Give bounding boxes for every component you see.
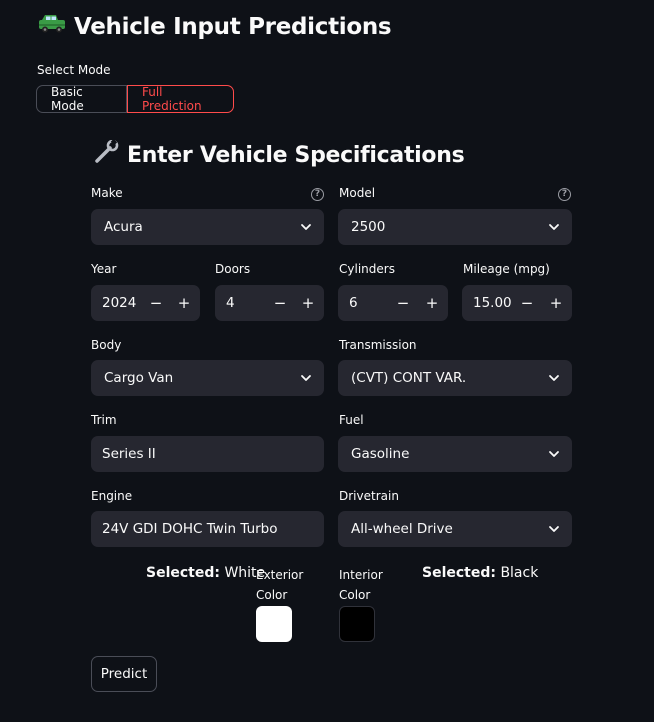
wrench-icon: [93, 138, 119, 170]
selected-prefix: Selected:: [146, 565, 220, 581]
fuel-value: Gasoline: [351, 446, 410, 462]
cylinders-decrement-button[interactable]: −: [390, 285, 416, 321]
exterior-color-label: Exterior Color: [256, 565, 303, 605]
exterior-selected-caption: Selected: White: [146, 565, 265, 581]
year-label: Year: [91, 262, 117, 276]
trim-value: Series II: [102, 446, 156, 462]
chevron-down-icon: [549, 224, 559, 230]
transmission-select[interactable]: (CVT) CONT VAR.: [338, 360, 572, 396]
interior-color-label: Interior Color: [339, 565, 383, 605]
mode-segmented-control: Basic Mode Full Prediction: [36, 85, 234, 113]
doors-label: Doors: [215, 262, 251, 276]
interior-color-label-line2: Color: [339, 588, 371, 602]
doors-decrement-button[interactable]: −: [267, 285, 293, 321]
make-select[interactable]: Acura: [91, 209, 324, 245]
cylinders-input[interactable]: 6 − +: [338, 285, 448, 321]
exterior-color-swatch[interactable]: [256, 606, 292, 642]
selected-prefix: Selected:: [422, 565, 496, 581]
drivetrain-value: All-wheel Drive: [351, 521, 453, 537]
drivetrain-select[interactable]: All-wheel Drive: [338, 511, 572, 547]
trim-input[interactable]: Series II: [91, 436, 324, 472]
pickup-truck-icon: [38, 14, 66, 40]
mileage-label: Mileage (mpg): [463, 262, 550, 276]
mileage-increment-button[interactable]: +: [543, 285, 569, 321]
fuel-select[interactable]: Gasoline: [338, 436, 572, 472]
mode-label: Select Mode: [37, 63, 111, 77]
page-title-text: Vehicle Input Predictions: [74, 14, 392, 40]
engine-input[interactable]: 24V GDI DOHC Twin Turbo: [91, 511, 324, 547]
section-title-text: Enter Vehicle Specifications: [127, 142, 465, 168]
chevron-down-icon: [549, 375, 559, 381]
body-label: Body: [91, 338, 122, 352]
full-prediction-button[interactable]: Full Prediction: [127, 85, 234, 113]
trim-label: Trim: [91, 413, 117, 427]
cylinders-label: Cylinders: [339, 262, 395, 276]
fuel-label: Fuel: [339, 413, 364, 427]
drivetrain-label: Drivetrain: [339, 489, 399, 503]
predict-button[interactable]: Predict: [91, 656, 157, 692]
engine-value: 24V GDI DOHC Twin Turbo: [102, 521, 278, 537]
doors-input[interactable]: 4 − +: [215, 285, 324, 321]
section-title: Enter Vehicle Specifications: [93, 138, 465, 170]
body-value: Cargo Van: [104, 370, 174, 386]
engine-label: Engine: [91, 489, 133, 503]
year-decrement-button[interactable]: −: [143, 285, 169, 321]
interior-selected-caption: Selected: Black: [422, 565, 538, 581]
make-label: Make: [91, 186, 123, 200]
chevron-down-icon: [301, 224, 311, 230]
year-input[interactable]: 2024 − +: [91, 285, 200, 321]
chevron-down-icon: [549, 451, 559, 457]
interior-color-swatch[interactable]: [339, 606, 375, 642]
page-title: Vehicle Input Predictions: [38, 14, 392, 40]
basic-mode-button[interactable]: Basic Mode: [36, 85, 127, 113]
model-select[interactable]: 2500: [338, 209, 572, 245]
cylinders-increment-button[interactable]: +: [419, 285, 445, 321]
chevron-down-icon: [301, 375, 311, 381]
mileage-input[interactable]: 15.00 − +: [462, 285, 572, 321]
exterior-color-label-line1: Exterior: [256, 568, 304, 582]
chevron-down-icon: [549, 526, 559, 532]
exterior-color-label-line2: Color: [256, 588, 288, 602]
transmission-value: (CVT) CONT VAR.: [351, 370, 467, 386]
model-label: Model: [339, 186, 376, 200]
help-icon[interactable]: ?: [558, 188, 571, 201]
year-increment-button[interactable]: +: [171, 285, 197, 321]
app-page: Vehicle Input Predictions Select Mode Ba…: [0, 0, 654, 722]
body-select[interactable]: Cargo Van: [91, 360, 324, 396]
help-icon[interactable]: ?: [311, 188, 324, 201]
mileage-decrement-button[interactable]: −: [514, 285, 540, 321]
doors-increment-button[interactable]: +: [295, 285, 321, 321]
model-value: 2500: [351, 219, 386, 235]
interior-color-label-line1: Interior: [339, 568, 383, 582]
make-value: Acura: [104, 219, 143, 235]
transmission-label: Transmission: [339, 338, 417, 352]
interior-selected-value: Black: [500, 565, 539, 581]
